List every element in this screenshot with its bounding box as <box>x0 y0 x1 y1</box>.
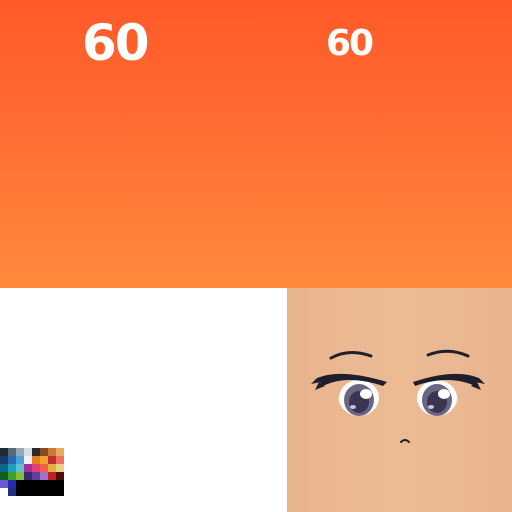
palette-swatch <box>40 448 48 456</box>
palette-swatch <box>24 488 32 496</box>
palette-swatch <box>0 448 8 456</box>
left-eye <box>311 373 387 416</box>
palette-swatch <box>40 456 48 464</box>
palette-swatch <box>56 448 64 456</box>
palette-swatch <box>56 456 64 464</box>
palette-swatch <box>56 464 64 472</box>
nose <box>400 439 410 443</box>
palette-swatch <box>24 448 32 456</box>
face-texture-panel <box>287 288 512 512</box>
palette-swatch <box>16 448 24 456</box>
right-eyebrow <box>426 349 470 358</box>
palette-swatch <box>40 480 48 488</box>
palette-swatch <box>24 472 32 480</box>
palette-swatch <box>40 488 48 496</box>
palette-swatch <box>0 464 8 472</box>
palette-swatch <box>32 480 40 488</box>
palette-swatch <box>32 448 40 456</box>
palette-swatch <box>16 480 24 488</box>
palette-swatch <box>32 464 40 472</box>
palette-swatch <box>32 488 40 496</box>
palette-swatch <box>8 472 16 480</box>
palette-swatch <box>40 464 48 472</box>
palette-swatch <box>56 488 64 496</box>
palette-swatch <box>48 472 56 480</box>
palette-swatch <box>48 448 56 456</box>
palette-swatch <box>8 448 16 456</box>
palette-swatch <box>24 456 32 464</box>
palette-swatch <box>0 472 8 480</box>
palette-swatch <box>32 456 40 464</box>
palette-swatch <box>48 488 56 496</box>
palette-swatch <box>8 488 16 496</box>
left-eyebrow <box>329 351 373 360</box>
palette-swatch <box>0 456 8 464</box>
palette-swatch <box>48 480 56 488</box>
palette-swatch <box>48 456 56 464</box>
palette-swatch <box>24 480 32 488</box>
palette-swatch <box>8 464 16 472</box>
palette-swatch <box>16 488 24 496</box>
palette-swatch <box>24 464 32 472</box>
palette-swatch <box>48 464 56 472</box>
palette-swatch <box>8 480 16 488</box>
palette-swatch <box>0 488 8 496</box>
shirt-texture-panel: 60 60 <box>0 0 512 288</box>
face-drawing <box>311 349 485 443</box>
palette-swatch <box>16 464 24 472</box>
palette-swatch <box>40 472 48 480</box>
number-label-large: 60 <box>82 14 150 72</box>
right-eye <box>413 373 485 416</box>
number-label-small: 60 <box>326 23 374 64</box>
palette-swatch <box>32 472 40 480</box>
palette-swatch <box>16 456 24 464</box>
palette-swatch <box>56 472 64 480</box>
color-palette-swatches <box>0 447 64 512</box>
palette-swatch <box>0 480 8 488</box>
palette-swatch <box>16 472 24 480</box>
palette-swatch <box>8 456 16 464</box>
palette-swatch <box>56 480 64 488</box>
avatar-texture-sheet: 60 60 <box>0 0 512 512</box>
